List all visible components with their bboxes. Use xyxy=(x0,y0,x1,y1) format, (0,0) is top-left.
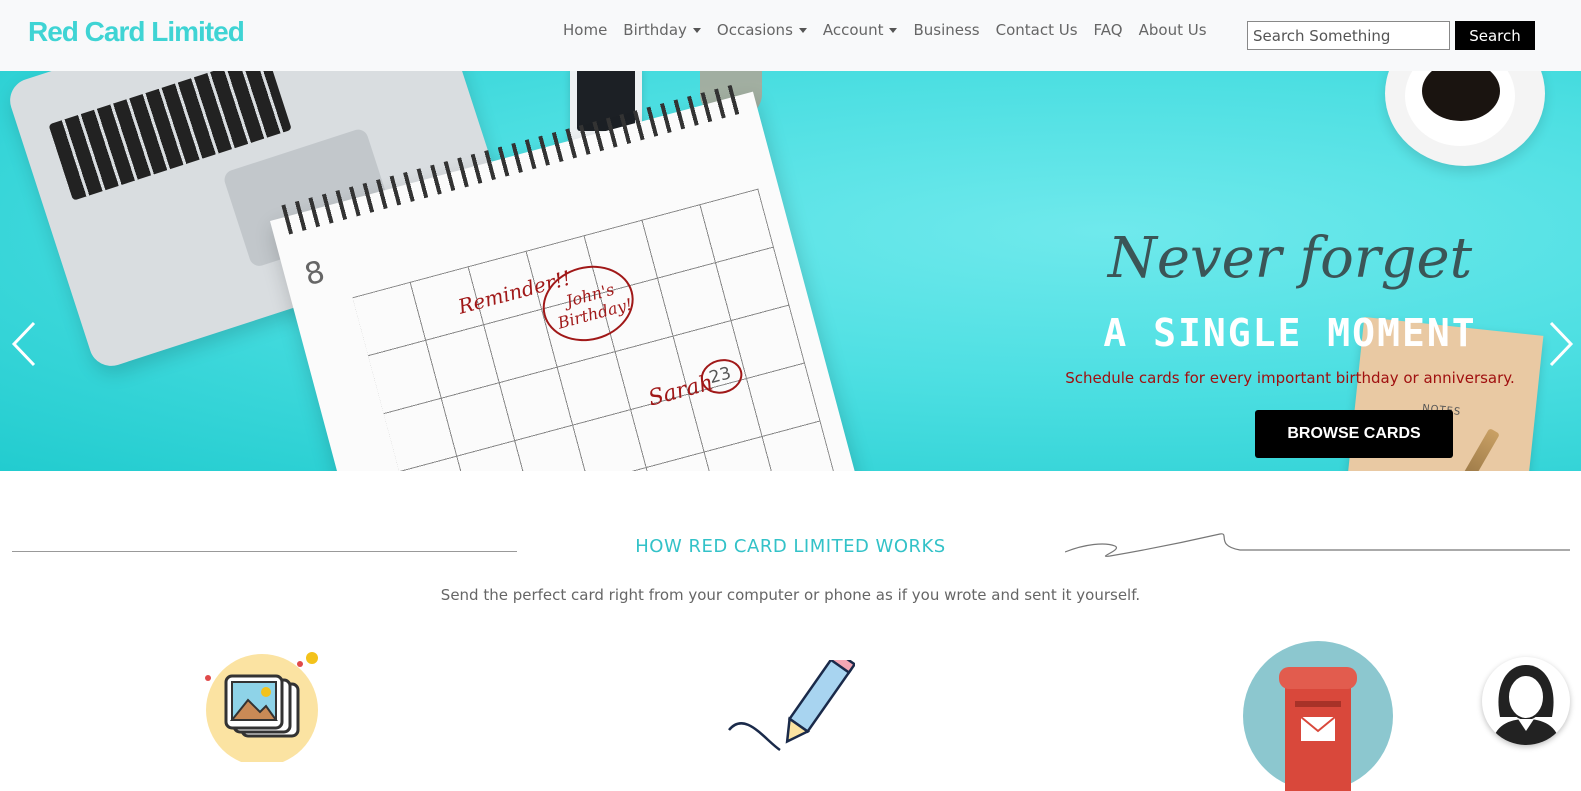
nav-about-us[interactable]: About Us xyxy=(1131,21,1215,39)
nav-faq-label: FAQ xyxy=(1093,21,1123,39)
nav-contact-us[interactable]: Contact Us xyxy=(988,21,1086,39)
brand-logo[interactable]: Red Card Limited xyxy=(28,16,245,48)
nav-home[interactable]: Home xyxy=(555,21,615,39)
nav-occasions-label: Occasions xyxy=(716,21,793,39)
nav-birthday-label: Birthday xyxy=(623,21,687,39)
caret-down-icon xyxy=(889,27,898,33)
hero-script-text: Never forget xyxy=(1107,226,1473,291)
nav-faq[interactable]: FAQ xyxy=(1086,21,1131,39)
hero-title: A SINGLE MOMENT xyxy=(1103,311,1477,355)
nav-business[interactable]: Business xyxy=(905,21,987,39)
nav-home-label: Home xyxy=(563,21,608,39)
calendar-month: 8 xyxy=(300,254,329,294)
nav-occasions[interactable]: Occasions xyxy=(709,21,815,39)
mailbox-icon xyxy=(1243,641,1393,791)
hero-carousel: 8 Reminder!! John's Birthday! Sarah 23 N… xyxy=(0,71,1581,471)
nav-contact-label: Contact Us xyxy=(995,21,1078,39)
search-input[interactable] xyxy=(1247,21,1450,50)
chevron-left-icon[interactable] xyxy=(10,319,40,369)
hero-subtitle: Schedule cards for every important birth… xyxy=(1065,369,1515,387)
search-button[interactable]: Search xyxy=(1455,21,1535,50)
chevron-right-icon[interactable] xyxy=(1545,319,1575,369)
navbar: Red Card Limited Home Birthday Occasions… xyxy=(0,0,1581,71)
browse-cards-button[interactable]: BROWSE CARDS xyxy=(1255,410,1453,458)
support-avatar[interactable] xyxy=(1482,657,1570,745)
photo-cards-icon xyxy=(205,652,318,762)
pencil-icon xyxy=(728,660,855,752)
nav-account-label: Account xyxy=(822,21,884,39)
nav-business-label: Business xyxy=(913,21,980,39)
caret-down-icon xyxy=(692,27,701,33)
nav-account[interactable]: Account xyxy=(815,21,906,39)
nav-birthday[interactable]: Birthday xyxy=(615,21,709,39)
section-subtitle: Send the perfect card right from your co… xyxy=(440,586,1141,604)
nav-links: Home Birthday Occasions Account Business… xyxy=(555,21,1215,39)
caret-down-icon xyxy=(798,27,807,33)
nav-about-label: About Us xyxy=(1138,21,1207,39)
user-avatar-icon xyxy=(1492,665,1560,745)
section-title: HOW RED CARD LIMITED WORKS xyxy=(635,536,946,557)
